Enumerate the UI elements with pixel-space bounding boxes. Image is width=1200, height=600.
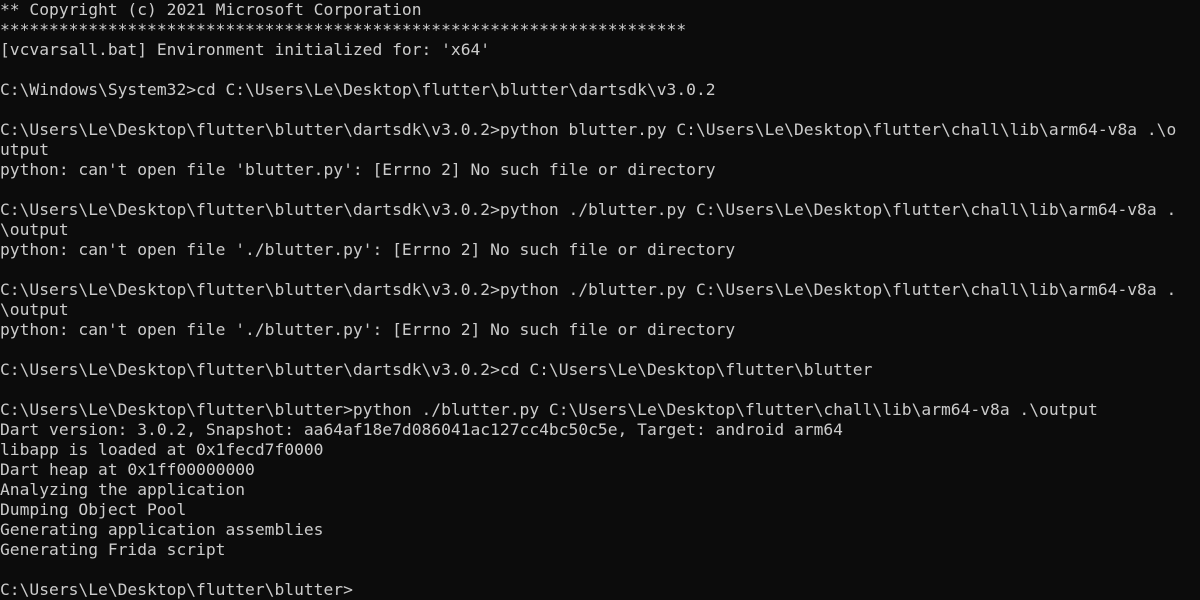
console-line-command: C:\Users\Le\Desktop\flutter\blutter\dart… [0, 360, 873, 379]
console-line-output: Dart heap at 0x1ff00000000 [0, 460, 255, 479]
console-line-error: python: can't open file './blutter.py': … [0, 240, 736, 259]
console-line-error: python: can't open file 'blutter.py': [E… [0, 160, 716, 179]
console-prompt[interactable]: C:\Users\Le\Desktop\flutter\blutter> [0, 580, 353, 600]
console-line-command: C:\Users\Le\Desktop\flutter\blutter\dart… [0, 200, 1177, 219]
console-line-vcvars: [vcvarsall.bat] Environment initialized … [0, 40, 491, 59]
console-line-command: C:\Users\Le\Desktop\flutter\blutter>pyth… [0, 400, 1098, 419]
terminal-console[interactable]: ** Copyright (c) 2021 Microsoft Corporat… [0, 0, 1200, 600]
console-line-command: C:\Users\Le\Desktop\flutter\blutter\dart… [0, 120, 1177, 139]
console-line-output: Analyzing the application [0, 480, 246, 499]
console-line-copyright: ** Copyright (c) 2021 Microsoft Corporat… [0, 0, 422, 19]
console-line-command: C:\Windows\System32>cd C:\Users\Le\Deskt… [0, 80, 716, 99]
console-line-command-wrap: \output [0, 220, 69, 239]
console-line-command: C:\Users\Le\Desktop\flutter\blutter\dart… [0, 280, 1177, 299]
console-line-command-wrap: \output [0, 300, 69, 319]
console-line-output: Dart version: 3.0.2, Snapshot: aa64af18e… [0, 420, 843, 439]
console-line-error: python: can't open file './blutter.py': … [0, 320, 736, 339]
console-line-separator: ****************************************… [0, 20, 687, 39]
console-line-output: Dumping Object Pool [0, 500, 187, 519]
console-line-output: libapp is loaded at 0x1fecd7f0000 [0, 440, 324, 459]
console-line-output: Generating Frida script [0, 540, 226, 559]
console-line-output: Generating application assemblies [0, 520, 324, 539]
console-line-command-wrap: utput [0, 140, 50, 159]
